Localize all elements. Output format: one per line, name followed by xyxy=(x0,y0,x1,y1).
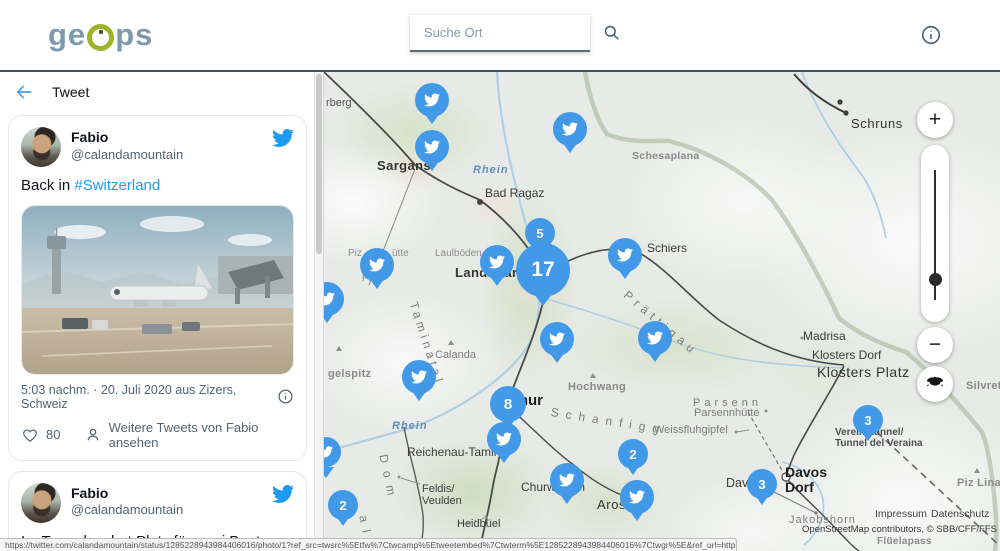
map-label-calanda: Calanda xyxy=(435,349,476,361)
map-label-bad-ragaz: Bad Ragaz xyxy=(485,186,544,200)
map-label-gelspitz: gelspitz xyxy=(328,368,371,380)
tweet-author[interactable]: Fabio xyxy=(71,129,183,147)
cluster-marker[interactable]: 3 xyxy=(747,469,777,499)
tweet-marker[interactable] xyxy=(360,248,394,282)
zoom-slider[interactable] xyxy=(921,145,949,322)
twitter-bird-icon[interactable] xyxy=(272,483,294,505)
map-label-veulden: Veulden xyxy=(422,495,462,507)
tweet-author[interactable]: Fabio xyxy=(71,485,183,503)
avatar[interactable] xyxy=(21,483,61,523)
app-window: geps Tweet Fabio @calandamount xyxy=(0,0,1000,551)
map-label-piz-linard: Piz Linard xyxy=(957,477,1000,489)
more-tweets-link[interactable]: Weitere Tweets von Fabio ansehen xyxy=(109,420,294,450)
avatar[interactable] xyxy=(21,127,61,167)
tweet-handle[interactable]: @calandamountain xyxy=(71,502,183,518)
map-label-schruns: Schruns xyxy=(851,116,903,131)
tweet-photo[interactable] xyxy=(21,205,294,375)
baselayer-toggle-button[interactable] xyxy=(917,366,953,402)
map-label-pizolhuette-right: ütte xyxy=(392,248,409,259)
zoom-slider-thumb[interactable] xyxy=(929,273,942,286)
zoom-in-button[interactable]: + xyxy=(917,102,953,138)
map-label-rhein-south: Rhein xyxy=(392,420,428,432)
map-label-silvretta: Silvretta xyxy=(966,380,1000,392)
map-label-pizolhuette-left: Piz xyxy=(348,248,362,259)
map-canvas[interactable]: rberg Sargans Rhein Bad Ragaz Schruns Sc… xyxy=(324,72,1000,551)
cluster-marker[interactable]: 17 xyxy=(516,243,570,297)
map-label-rberg: rberg xyxy=(326,97,352,109)
browser-status-bar: https://twitter.com/calandamountain/stat… xyxy=(0,538,737,551)
map-label-feldis: Feldis/ xyxy=(422,483,454,495)
panel-title: Tweet xyxy=(52,84,89,100)
zoom-out-label: − xyxy=(929,333,941,357)
info-icon[interactable] xyxy=(920,24,942,46)
like-icon[interactable] xyxy=(21,426,39,444)
map-label-schiers: Schiers xyxy=(647,241,687,255)
tweet-marker[interactable] xyxy=(480,245,514,279)
map-label-madrisa: Madrisa xyxy=(803,329,846,343)
map-label-tunnel-del-veraina: Tunnel del Veraina xyxy=(835,438,923,450)
back-arrow-icon[interactable] xyxy=(14,82,34,102)
tweet-header: Fabio @calandamountain xyxy=(21,483,294,523)
search-icon[interactable] xyxy=(602,23,621,42)
like-count: 80 xyxy=(46,427,60,442)
map-label-schesaplana: Schesaplana xyxy=(632,150,700,162)
fly-icon xyxy=(924,370,946,398)
cluster-marker[interactable]: 2 xyxy=(328,490,358,520)
zoom-out-button[interactable]: − xyxy=(917,327,953,363)
tweet-timestamp: 5:03 nachm. · 20. Juli 2020 aus Zizers, … xyxy=(21,383,277,411)
panel-header: Tweet xyxy=(0,72,323,112)
map-attribution: OpenStreetMap contributors, © SBB/CFF/FF… xyxy=(802,524,997,535)
geops-logo[interactable]: geps xyxy=(48,17,153,53)
panel-scrollbar[interactable] xyxy=(314,72,323,551)
twitter-bird-icon[interactable] xyxy=(272,127,294,149)
map-label-heidbuel: Heidbüel xyxy=(457,518,500,530)
tweet-text: Back in #Switzerland xyxy=(21,176,294,196)
tweet-marker[interactable] xyxy=(540,322,574,356)
tweet-panel: Tweet Fabio @calandamountain Back in #Sw… xyxy=(0,72,324,551)
tweet-marker[interactable] xyxy=(638,321,672,355)
header-divider xyxy=(0,70,1000,72)
logo-text-right: ps xyxy=(115,17,153,53)
map-label-davos-dorf: Dorf xyxy=(785,480,814,495)
hashtag-link[interactable]: #Switzerland xyxy=(74,177,160,194)
tweet-marker[interactable] xyxy=(402,360,436,394)
tweet-marker[interactable] xyxy=(608,238,642,272)
zoom-in-label: + xyxy=(929,108,941,132)
datenschutz-link[interactable]: Datenschutz xyxy=(931,508,989,520)
scrollbar-thumb[interactable] xyxy=(316,74,322,254)
status-url: https://twitter.com/calandamountain/stat… xyxy=(5,540,737,550)
tweet-marker[interactable] xyxy=(550,463,584,497)
impressum-link[interactable]: Impressum xyxy=(875,508,927,520)
map-label-parsennhuette: Parsennhütte xyxy=(694,407,759,419)
map-label-fluelapass: Flüelapass xyxy=(877,536,932,547)
tweet-marker[interactable] xyxy=(620,480,654,514)
header: geps xyxy=(0,0,1000,70)
logo-text-left: ge xyxy=(48,17,86,53)
map-label-klosters-platz: Klosters Platz xyxy=(817,364,910,380)
tweet-card[interactable]: Fabio @calandamountain Back in #Switzerl… xyxy=(8,115,307,461)
tweet-header: Fabio @calandamountain xyxy=(21,127,294,167)
map-label-klosters-dorf: Klosters Dorf xyxy=(812,348,881,362)
cluster-marker[interactable]: 8 xyxy=(490,386,526,422)
tweet-marker[interactable] xyxy=(415,130,449,164)
tweet-handle[interactable]: @calandamountain xyxy=(71,147,183,163)
search-input[interactable] xyxy=(422,24,602,41)
user-icon xyxy=(84,426,102,444)
tweet-marker[interactable] xyxy=(415,83,449,117)
map-label-laulboeden: Laulböden xyxy=(435,248,482,259)
search-box[interactable] xyxy=(410,15,590,52)
map-label-hochwang: Hochwang xyxy=(568,381,626,393)
logo-o-icon xyxy=(87,24,114,51)
cluster-marker[interactable]: 2 xyxy=(618,439,648,469)
tweet-marker[interactable] xyxy=(553,112,587,146)
cluster-marker[interactable]: 3 xyxy=(853,405,883,435)
tweet-info-icon[interactable] xyxy=(277,388,294,405)
map-label-rhein-north: Rhein xyxy=(473,164,509,176)
map-label-davos: Davos xyxy=(785,465,827,480)
